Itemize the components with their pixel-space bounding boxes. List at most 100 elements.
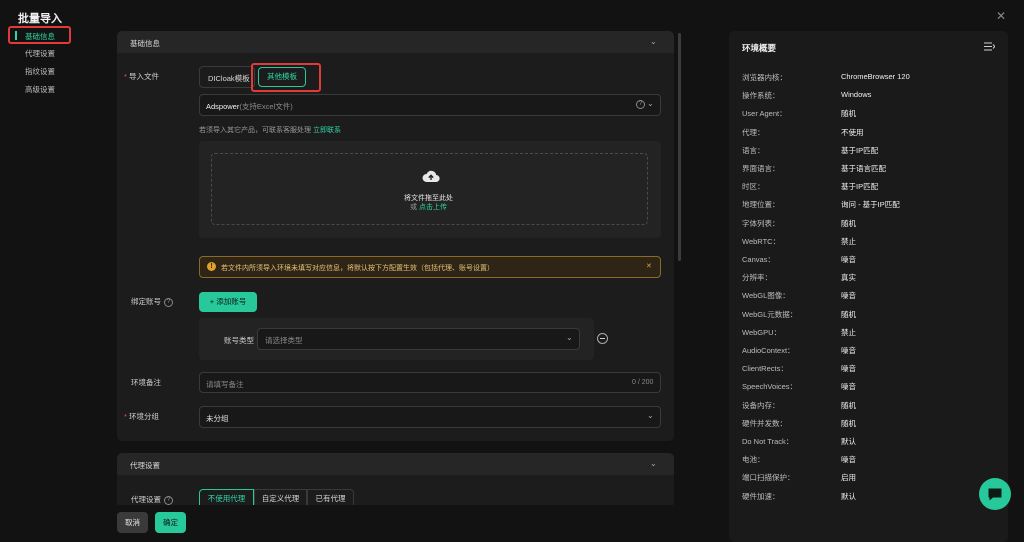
overview-key: 语言： bbox=[742, 145, 765, 155]
overview-key: 字体列表： bbox=[742, 218, 780, 228]
question-icon[interactable]: ? bbox=[164, 495, 173, 505]
remark-label: 环境备注 bbox=[131, 378, 161, 387]
overview-value: 噪音 bbox=[841, 455, 856, 465]
remark-count: 0 / 200 bbox=[632, 379, 654, 386]
account-type-label: 账号类型 bbox=[224, 336, 254, 345]
nav-item-proxy[interactable]: 代理设置 bbox=[25, 48, 55, 59]
overview-value: 禁止 bbox=[841, 327, 856, 337]
group-select[interactable] bbox=[199, 406, 661, 428]
overview-key: AudioContext： bbox=[742, 346, 795, 355]
basic-info-header[interactable] bbox=[117, 31, 674, 53]
remark-placeholder: 请填写备注 bbox=[206, 380, 244, 389]
question-icon[interactable]: ? bbox=[164, 297, 173, 307]
account-type-placeholder: 请选择类型 bbox=[265, 336, 303, 345]
overview-value: Windows bbox=[841, 90, 872, 100]
overview-value: 随机 bbox=[841, 418, 856, 428]
overview-key: WebGL元数据： bbox=[742, 309, 798, 319]
warning-text: 若文件内所须导入环境未填写对应信息，将默认按下方配置生效（包括代理、账号设置） bbox=[221, 265, 494, 272]
nav-item-fingerprint[interactable]: 指纹设置 bbox=[25, 66, 55, 77]
upload-dropzone[interactable] bbox=[211, 153, 648, 225]
warning-close-icon[interactable]: ✕ bbox=[646, 262, 652, 270]
remark-input[interactable] bbox=[199, 372, 661, 393]
overview-value: 基于语言匹配 bbox=[841, 164, 886, 173]
footer-bar bbox=[100, 505, 700, 542]
nav-item-advanced[interactable]: 高级设置 bbox=[25, 84, 55, 95]
overview-key: 时区： bbox=[742, 182, 765, 192]
overview-value: 随机 bbox=[841, 109, 856, 119]
chevron-down-icon: ⌄ bbox=[647, 411, 654, 420]
cancel-button[interactable]: 取消 bbox=[117, 512, 148, 533]
overview-value: 询问 - 基于IP匹配 bbox=[841, 200, 900, 210]
proxy-section-title: 代理设置 bbox=[130, 461, 160, 470]
proxy-label: 代理设置? bbox=[131, 494, 173, 505]
overview-value: 默认 bbox=[841, 491, 856, 501]
overview-title: 环境概要 bbox=[742, 43, 777, 53]
add-account-button[interactable]: + 添加账号 bbox=[199, 292, 257, 312]
chat-icon bbox=[988, 488, 1002, 501]
overview-value: 基于IP匹配 bbox=[841, 182, 879, 192]
overview-key: ClientRects： bbox=[742, 364, 788, 374]
overview-value: 随机 bbox=[841, 309, 856, 319]
question-icon[interactable]: ? bbox=[636, 100, 645, 109]
overview-value: ChromeBrowser 120 bbox=[841, 72, 910, 81]
contact-link[interactable]: 立即联系 bbox=[313, 127, 341, 134]
tab-other-template[interactable]: 其他模板 bbox=[258, 67, 306, 87]
dialog-title: 批量导入 bbox=[18, 13, 62, 25]
overview-key: Do Not Track： bbox=[742, 437, 794, 446]
overview-key: 浏览器内核： bbox=[742, 73, 787, 82]
overview-key: 代理： bbox=[742, 127, 765, 137]
overview-key: 操作系统： bbox=[742, 91, 780, 101]
warning-icon: ! bbox=[207, 262, 216, 271]
overview-key: 硬件并发数： bbox=[742, 418, 787, 428]
nav-item-basic[interactable]: 基础信息 bbox=[25, 31, 55, 42]
chat-button[interactable] bbox=[979, 478, 1011, 510]
collapse-panel-icon[interactable] bbox=[984, 42, 996, 51]
template-select-value: Adspower(支持Excel文件) bbox=[206, 102, 293, 111]
scrollbar-thumb[interactable] bbox=[678, 33, 681, 261]
overview-value: 真实 bbox=[841, 273, 856, 283]
overview-key: WebGL图像： bbox=[742, 291, 790, 301]
cloud-upload-icon bbox=[422, 169, 440, 183]
account-type-select[interactable] bbox=[257, 328, 580, 350]
overview-value: 默认 bbox=[841, 437, 856, 446]
overview-value: 不使用 bbox=[841, 127, 864, 137]
group-label: * 环境分组 bbox=[124, 412, 160, 421]
overview-value: 噪音 bbox=[841, 255, 856, 264]
remove-circle-icon[interactable] bbox=[597, 333, 608, 344]
overview-key: 端口扫描保护： bbox=[742, 473, 795, 483]
overview-key: WebRTC： bbox=[742, 236, 781, 246]
overview-key: 地理位置： bbox=[742, 200, 780, 210]
overview-key: 设备内存： bbox=[742, 400, 780, 410]
overview-key: Canvas： bbox=[742, 255, 775, 264]
chevron-down-icon: ⌄ bbox=[647, 99, 654, 108]
chevron-down-icon[interactable]: ⌄ bbox=[650, 37, 657, 46]
import-file-label: * 导入文件 bbox=[124, 72, 160, 81]
overview-value: 噪音 bbox=[841, 382, 856, 392]
tab-dicloak-template[interactable]: DICloak模板 bbox=[199, 66, 255, 88]
overview-value: 禁止 bbox=[841, 236, 856, 246]
upload-sub: 或 点击上传 bbox=[410, 204, 447, 211]
proxy-header[interactable] bbox=[117, 453, 674, 475]
overview-key: 分辨率： bbox=[742, 273, 772, 283]
overview-key: SpeechVoices： bbox=[742, 382, 798, 392]
overview-key: 界面语言： bbox=[742, 164, 780, 173]
close-icon[interactable]: ✕ bbox=[996, 9, 1006, 23]
info-text: 若须导入其它产品，可联系客服处理 立即联系 bbox=[199, 127, 341, 134]
group-value: 未分组 bbox=[206, 414, 229, 423]
overview-key: User Agent： bbox=[742, 109, 787, 119]
overview-key: WebGPU： bbox=[742, 327, 782, 337]
click-upload-link[interactable]: 点击上传 bbox=[419, 204, 447, 211]
overview-value: 随机 bbox=[841, 400, 856, 410]
chevron-down-icon: ⌄ bbox=[566, 333, 573, 342]
overview-value: 噪音 bbox=[841, 346, 856, 355]
overview-value: 随机 bbox=[841, 218, 856, 228]
basic-info-title: 基础信息 bbox=[130, 39, 160, 48]
overview-key: 电池： bbox=[742, 455, 765, 465]
bind-account-label: 绑定账号? bbox=[131, 296, 173, 307]
overview-key: 硬件加速： bbox=[742, 491, 780, 501]
chevron-down-icon[interactable]: ⌄ bbox=[650, 459, 657, 468]
overview-value: 噪音 bbox=[841, 364, 856, 374]
overview-value: 噪音 bbox=[841, 291, 856, 301]
confirm-button[interactable]: 确定 bbox=[155, 512, 186, 533]
nav-active-indicator bbox=[15, 31, 17, 40]
